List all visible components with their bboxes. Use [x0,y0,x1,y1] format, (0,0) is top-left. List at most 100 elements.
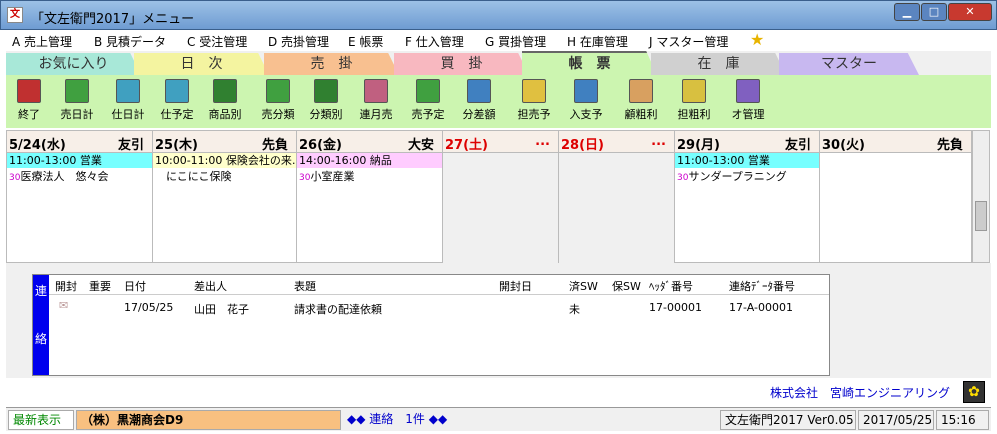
toolbar-button[interactable]: 入支予 [563,77,609,122]
minimize-button[interactable]: ▁ [894,3,920,21]
tab-3[interactable]: 買 掛 [394,53,529,75]
toolbar-button-label: 売予定 [411,108,445,121]
ledger-icon [364,79,388,103]
toolbar-button-label: 担売予 [517,108,551,121]
column-header[interactable]: 日付 [124,278,146,294]
event-detail[interactable]: 30サンダープラニング [675,168,819,187]
event-tag: 30 [677,173,689,183]
ledger-icon [736,79,760,103]
column-header[interactable]: 保SW [612,278,641,294]
maximize-button[interactable]: □ [921,3,947,21]
calendar-day[interactable]: 25(木) 先負 10:00-11:00 保険会社の来… にこにこ保険 [153,131,297,264]
event-tag: 30 [299,173,311,183]
toolbar-button[interactable]: 担売予 [511,77,557,122]
toolbar-button[interactable]: 分差額 [456,77,502,122]
column-header[interactable]: 連絡ﾃﾞｰﾀ番号 [729,278,795,294]
tab-4[interactable]: 帳 票 [522,51,657,75]
calendar-day[interactable]: 28(日)... [559,131,675,264]
menu-item[interactable]: F 仕入管理 [405,33,464,50]
ledger-icon [213,79,237,103]
favorite-star-icon[interactable]: ★ [750,30,764,49]
day-rokuyo: 先負 [261,138,288,153]
refresh-button[interactable]: 最新表示 [8,410,74,430]
ledger-icon [522,79,546,103]
calendar-day[interactable]: 30(火) 先負 [820,131,972,264]
menu-item[interactable]: D 売掛管理 [268,33,329,50]
column-header[interactable]: 開封日 [499,278,532,294]
column-header[interactable]: 開封 [55,278,77,294]
calendar-day[interactable]: 27(土)... [443,131,559,264]
version-label: 文左衛門2017 Ver0.05 [720,410,856,430]
column-header[interactable]: 表題 [294,278,316,294]
toolbar-button[interactable]: オ管理 [725,77,771,122]
close-button[interactable]: ✕ [948,3,992,21]
day-rokuyo: 友引 [784,138,811,153]
toolbar-button[interactable]: 顧粗利 [618,77,664,122]
event-time[interactable]: 11:00-13:00 営業 [7,153,152,168]
column-header[interactable]: 済SW [569,278,598,294]
day-date: 27(土) [445,138,488,153]
day-rokuyo: 友引 [117,138,144,153]
toolbar-button[interactable]: 仕日計 [105,77,151,122]
day-header: 26(金) 大安 [297,131,442,153]
menu-item[interactable]: B 見積データ [94,33,166,50]
tab-5[interactable]: 在 庫 [651,53,786,75]
toolbar-button[interactable]: 売予定 [405,77,451,122]
toolbar-button[interactable]: 売日計 [54,77,100,122]
event-detail[interactable]: 30医療法人 悠々会 [7,168,152,187]
calendar-day[interactable]: 26(金) 大安 14:00-16:00 納品 30小室産業 [297,131,443,264]
toolbar-button-label: 売日計 [60,108,94,121]
event-time[interactable]: 14:00-16:00 納品 [297,153,442,168]
toolbar-button-label: 終了 [18,108,40,121]
event-text: 医療法人 悠々会 [20,170,109,183]
event-time[interactable]: 11:00-13:00 営業 [675,153,819,168]
customer-label: （株）黒潮商会D9 [76,410,341,430]
column-header[interactable]: 差出人 [194,278,227,294]
window-title: 「文左衛門2017」メニュー [31,12,195,27]
tab-1[interactable]: 日 次 [134,53,269,75]
column-header[interactable]: ﾍｯﾀﾞ番号 [649,278,693,294]
menu-item[interactable]: C 受注管理 [187,33,247,50]
tab-6[interactable]: マスター [779,53,919,75]
envelope-icon[interactable]: ✉ [59,299,68,312]
ledger-icon [314,79,338,103]
day-date: 25(木) [155,138,198,153]
day-date: 5/24(水) [9,138,66,153]
date-label: 2017/05/25 [858,410,934,430]
menu-item[interactable]: G 買掛管理 [485,33,546,50]
scroll-thumb[interactable] [975,201,987,231]
toolbar-button[interactable]: 連月売 [353,77,399,122]
toolbar-button-label: 商品別 [208,108,242,121]
tab-2[interactable]: 売 掛 [264,53,399,75]
menu-item[interactable]: A 売上管理 [12,33,72,50]
toolbar-button[interactable]: 仕予定 [154,77,200,122]
ledger-icon [116,79,140,103]
column-header[interactable]: 重要 [89,278,111,294]
day-date: 26(金) [299,138,342,153]
event-detail[interactable]: 30小室産業 [297,168,442,187]
menu-item[interactable]: E 帳票 [348,33,383,50]
calendar-scrollbar[interactable] [972,130,990,263]
stack-icon [467,79,491,103]
toolbar: 終了 売日計 仕日計 仕予定 商品別 売分類 分類別 連月売 売予定 分差額 担売予 入支予 顧粗利 担粗… [6,75,991,128]
toolbar-button[interactable]: 商品別 [202,77,248,122]
tab-0[interactable]: お気に入り [6,53,141,75]
toolbar-button[interactable]: 担粗利 [671,77,717,122]
menu-item[interactable]: H 在庫管理 [567,33,628,50]
table-row[interactable]: ✉ 17/05/25 山田 花子 請求書の配達依頼 未 17-00001 17-… [49,298,829,316]
event-detail[interactable]: にこにこ保険 [153,168,296,185]
app-icon[interactable]: 文 [7,7,23,23]
calendar-day[interactable]: 5/24(水) 友引 11:00-13:00 営業 30医療法人 悠々会 [7,131,153,264]
calendar-day[interactable]: 29(月) 友引 11:00-13:00 営業 30サンダープラニング [675,131,820,264]
ledger-icon [65,79,89,103]
toolbar-button[interactable]: 分類別 [303,77,349,122]
event-time[interactable]: 10:00-11:00 保険会社の来… [153,153,296,168]
sunflower-logo-icon: ✿ [963,381,985,403]
toolbar-button[interactable]: 売分類 [255,77,301,122]
message-sender: 山田 花子 [194,303,249,316]
day-date: 28(日) [561,138,604,153]
toolbar-button[interactable]: 終了 [6,77,52,122]
menu-item[interactable]: J マスター管理 [649,33,728,50]
toolbar-button-label: 分類別 [309,108,343,121]
notice-label: ◆◆ 連絡 1件 ◆◆ [347,412,448,426]
